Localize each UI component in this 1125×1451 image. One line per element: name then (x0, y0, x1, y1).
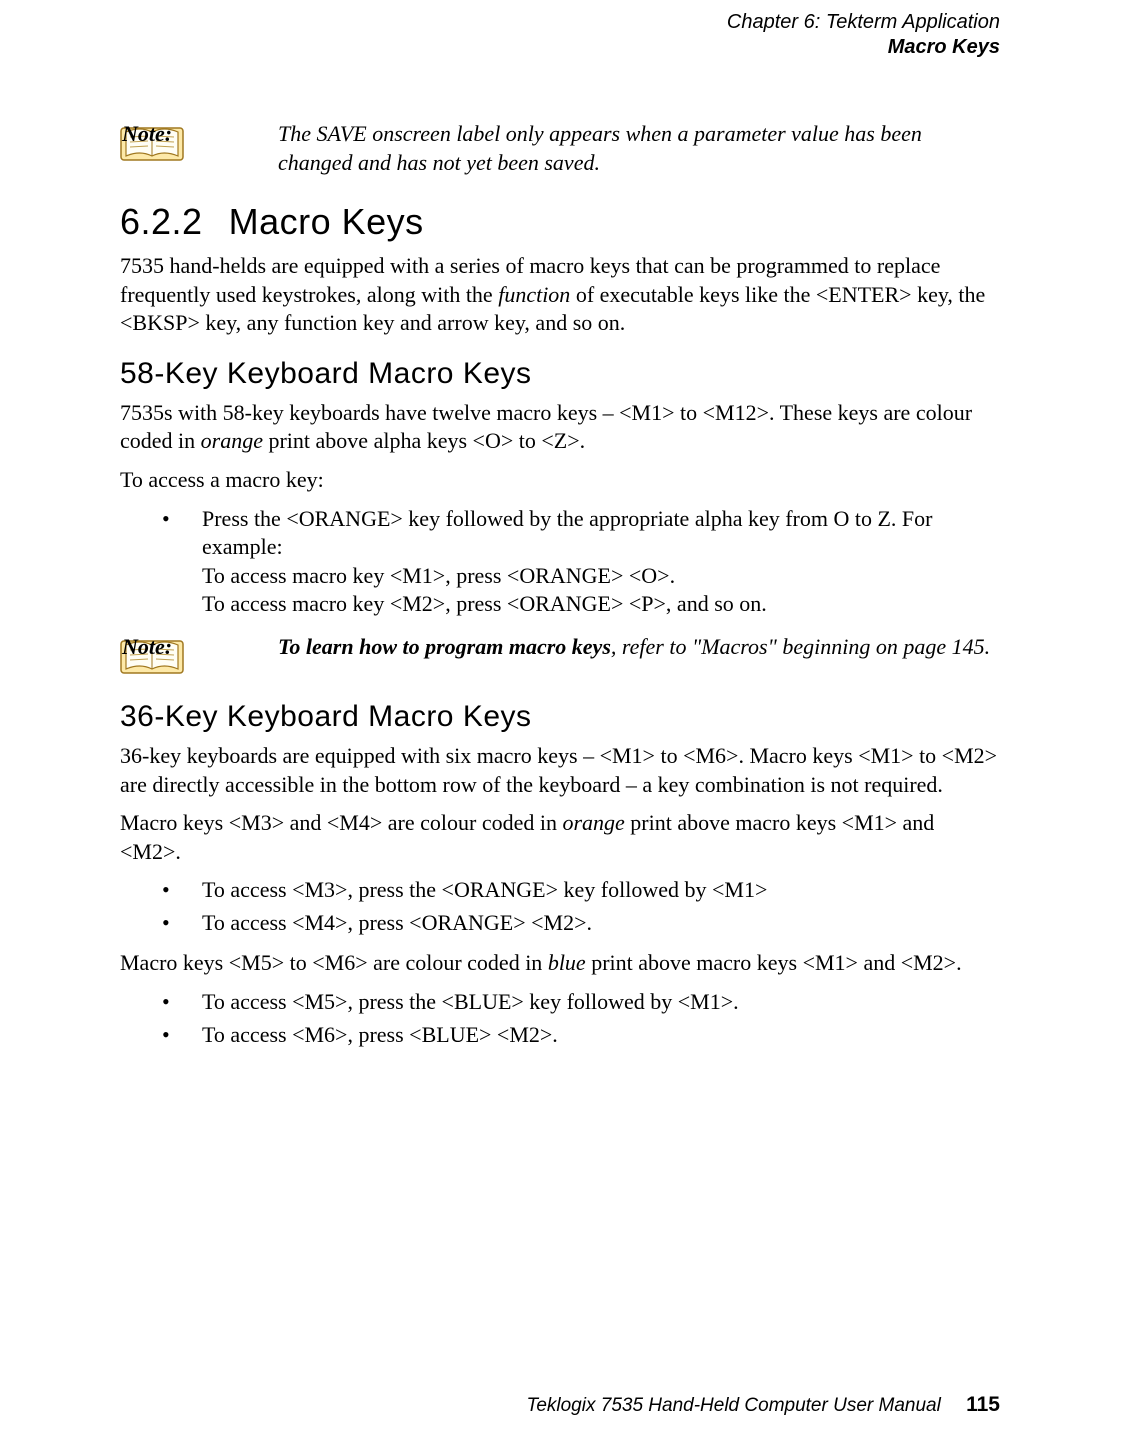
section-number: 6.2.2 (120, 201, 203, 242)
section-title: Macro Keys (229, 201, 424, 242)
note-rest: , refer to "Macros" beginning on page 14… (611, 634, 990, 659)
list-item: To access <M5>, press the <BLUE> key fol… (120, 988, 1000, 1017)
note-body: The SAVE onscreen label only appears whe… (278, 121, 922, 175)
note-text: Note:The SAVE onscreen label only appear… (200, 120, 1000, 177)
page-number: 115 (966, 1393, 1000, 1416)
note-program-macro: Note:To learn how to program macro keys,… (120, 633, 1000, 679)
section-heading-macro-keys: 6.2.2 Macro Keys (120, 199, 1000, 246)
note-text: Note:To learn how to program macro keys,… (200, 633, 990, 662)
subheading-58key: 58-Key Keyboard Macro Keys (120, 354, 1000, 393)
page: Chapter 6: Tekterm Application Macro Key… (0, 0, 1125, 1451)
paragraph-access-intro: To access a macro key: (120, 466, 1000, 495)
list-item: To access <M6>, press <BLUE> <M2>. (120, 1021, 1000, 1050)
list-m3m4-access: To access <M3>, press the <ORANGE> key f… (120, 876, 1000, 937)
paragraph-36key-desc: 36-key keyboards are equipped with six m… (120, 742, 1000, 799)
note-label: Note: (200, 633, 278, 662)
header-chapter: Chapter 6: Tekterm Application (120, 10, 1000, 35)
list-m5m6-access: To access <M5>, press the <BLUE> key fol… (120, 988, 1000, 1049)
note-save-label: Note:The SAVE onscreen label only appear… (120, 120, 1000, 177)
paragraph-58key-desc: 7535s with 58-key keyboards have twelve … (120, 399, 1000, 456)
footer-text: Teklogix 7535 Hand-Held Computer User Ma… (526, 1395, 940, 1416)
header-section: Macro Keys (120, 35, 1000, 60)
page-header: Chapter 6: Tekterm Application Macro Key… (120, 10, 1000, 60)
page-footer: Teklogix 7535 Hand-Held Computer User Ma… (526, 1391, 1000, 1419)
list-item: To access <M4>, press <ORANGE> <M2>. (120, 909, 1000, 938)
paragraph-m3m4: Macro keys <M3> and <M4> are colour code… (120, 809, 1000, 866)
subheading-36key: 36-Key Keyboard Macro Keys (120, 697, 1000, 736)
list-item: To access <M3>, press the <ORANGE> key f… (120, 876, 1000, 905)
list-item: Press the <ORANGE> key followed by the a… (120, 505, 1000, 619)
paragraph-m5m6: Macro keys <M5> to <M6> are colour coded… (120, 949, 1000, 978)
note-label: Note: (200, 120, 278, 149)
note-bold: To learn how to program macro keys (278, 634, 611, 659)
paragraph-intro: 7535 hand-helds are equipped with a seri… (120, 252, 1000, 338)
list-58key-access: Press the <ORANGE> key followed by the a… (120, 505, 1000, 619)
